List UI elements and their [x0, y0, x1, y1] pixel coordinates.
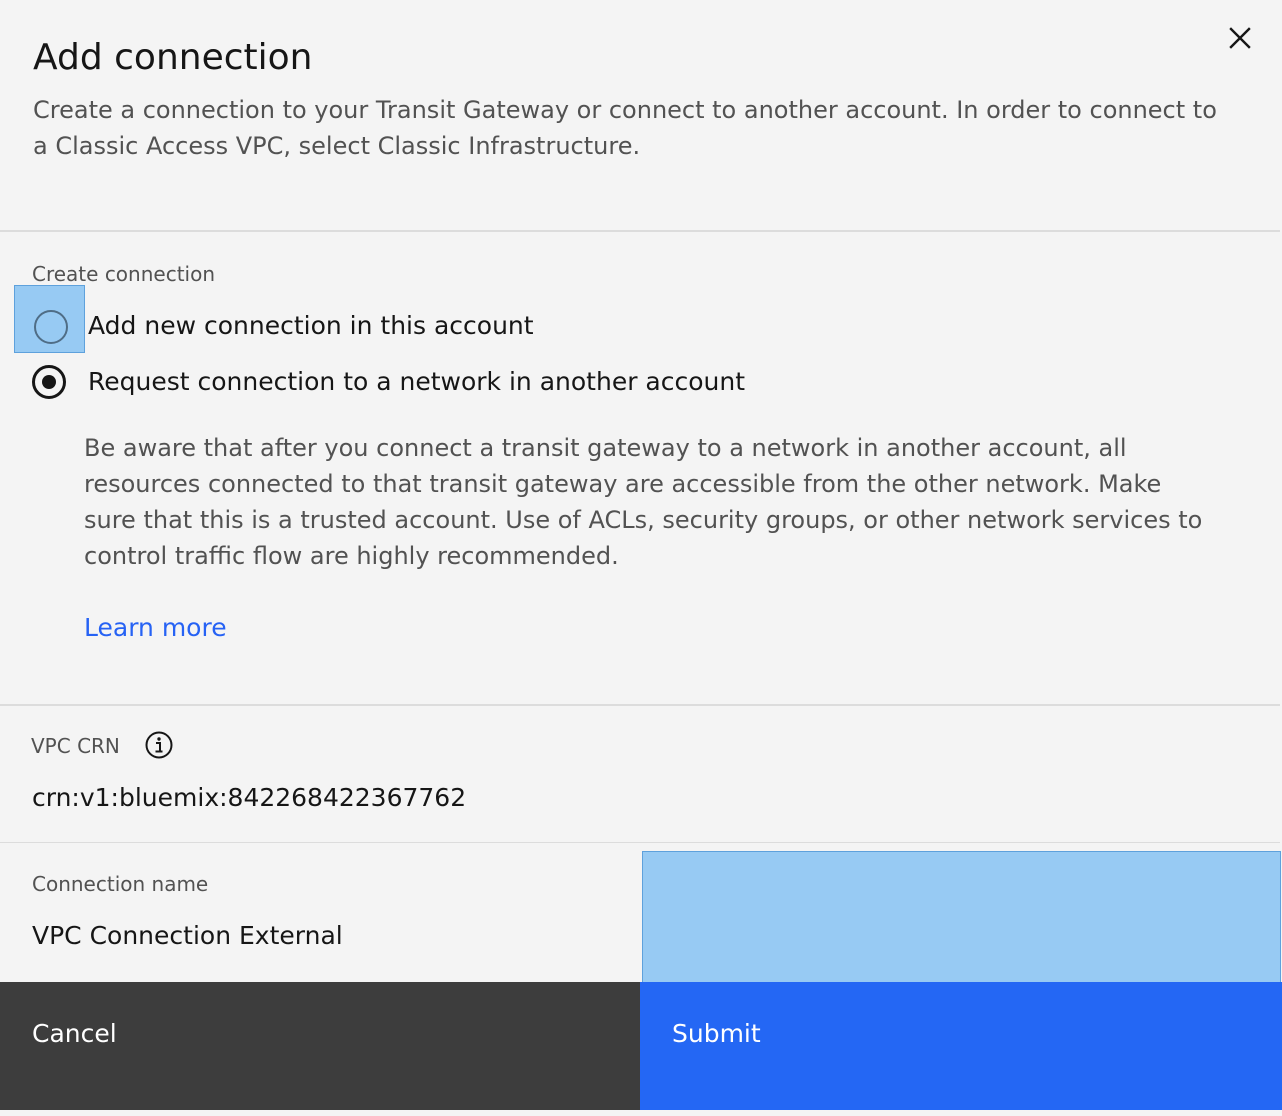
submit-button-label: Submit [672, 1019, 761, 1048]
radio-label-add-new: Add new connection in this account [88, 311, 534, 340]
vpc-crn-value: crn:v1:bluemix:842268422367762 [32, 783, 467, 812]
radio-add-new-connection[interactable] [34, 310, 68, 344]
radio-focus-highlight [14, 285, 85, 353]
learn-more-link[interactable]: Learn more [84, 610, 227, 646]
radio-option-add-new[interactable]: Add new connection in this account [88, 306, 534, 346]
submit-button[interactable]: Submit [640, 982, 1282, 1110]
highlight-overlay [642, 851, 1281, 985]
create-connection-label: Create connection [32, 262, 216, 286]
connection-name-label: Connection name [32, 872, 209, 896]
bottom-edge [0, 1110, 1282, 1116]
radio-option-request-connection[interactable]: Request connection to a network in anoth… [32, 362, 745, 402]
cancel-button[interactable]: Cancel [0, 982, 640, 1110]
divider [0, 704, 1280, 706]
close-icon [1229, 27, 1251, 49]
radio-label-request: Request connection to a network in anoth… [88, 367, 746, 396]
modal-description: Create a connection to your Transit Gate… [33, 96, 1217, 160]
info-icon[interactable] [144, 730, 174, 760]
close-button[interactable] [1220, 18, 1260, 58]
modal-title: Add connection [33, 37, 313, 78]
cross-account-notice: Be aware that after you connect a transi… [84, 434, 1203, 570]
radio-request-connection[interactable] [32, 365, 66, 399]
connection-name-value[interactable]: VPC Connection External [32, 920, 343, 952]
modal-footer: Cancel Submit [0, 982, 1282, 1116]
cancel-button-label: Cancel [32, 1019, 117, 1048]
add-connection-modal: Add connection Create a connection to yo… [0, 0, 1282, 1116]
vpc-crn-label: VPC CRN [31, 734, 120, 758]
radio-selected-dot [42, 375, 56, 389]
divider [0, 230, 1280, 232]
